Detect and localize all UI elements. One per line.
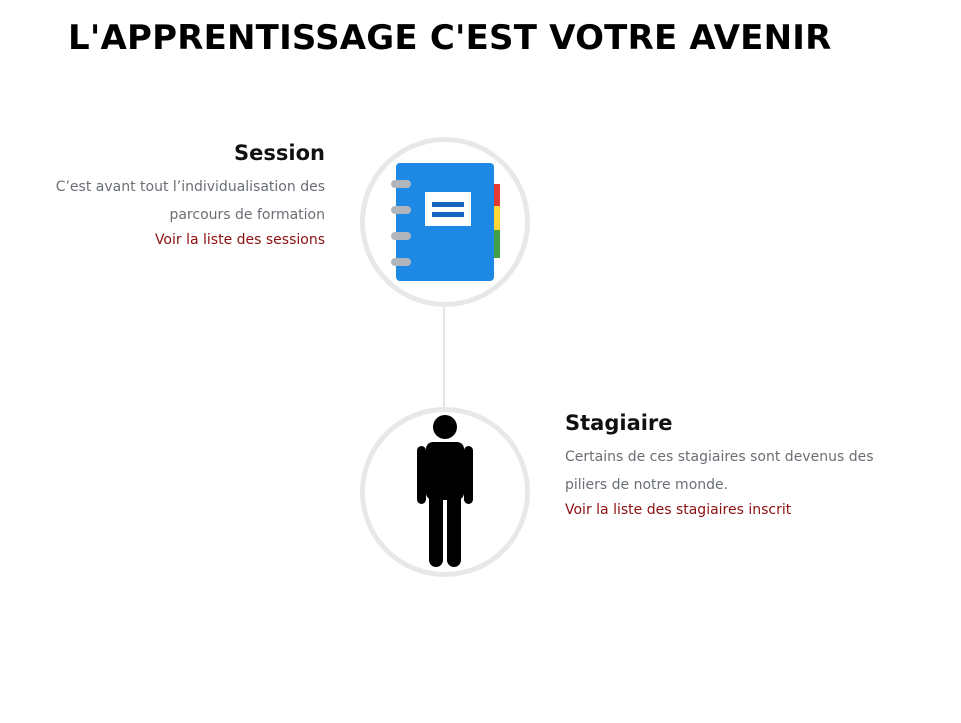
stagiaire-title: Stagiaire [565,411,673,435]
sessions-list-link[interactable]: Voir la liste des sessions [40,229,325,251]
session-block: Session C’est avant tout l’individualisa… [40,138,325,251]
stagiaires-list-link[interactable]: Voir la liste des stagiaires inscrit [565,499,905,521]
stagiaire-icon-circle [360,407,530,577]
session-icon-circle [360,137,530,307]
session-title: Session [234,141,325,165]
stagiaire-description: Certains de ces stagiaires sont devenus … [565,449,874,493]
stagiaire-block: Stagiaire Certains de ces stagiaires son… [565,408,905,521]
notebook-icon [391,163,500,281]
timeline-connector [443,305,445,415]
person-icon [417,415,473,567]
page-title: L'APPRENTISSAGE C'EST VOTRE AVENIR [68,18,832,58]
session-description: C’est avant tout l’individualisation des… [55,179,325,223]
